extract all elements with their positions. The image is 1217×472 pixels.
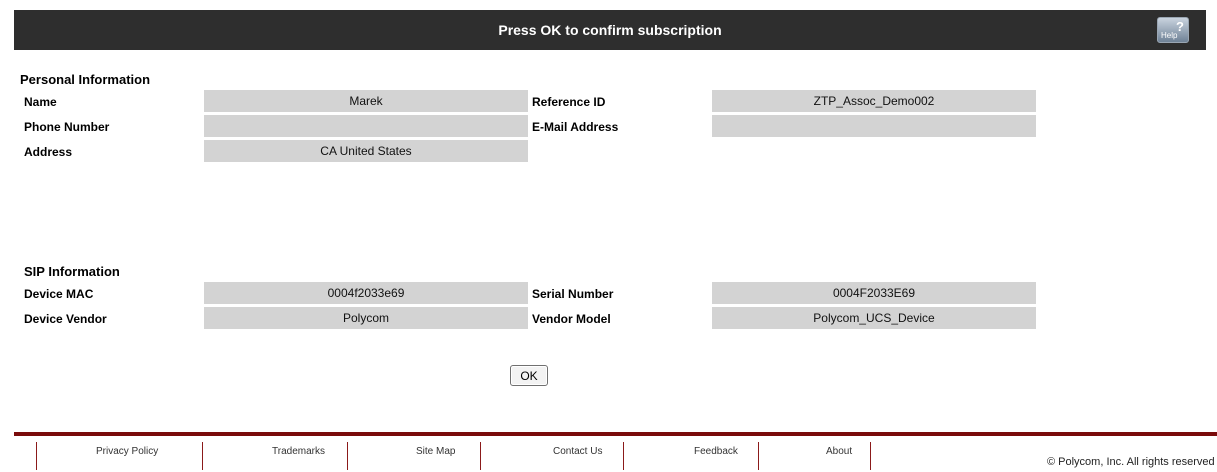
reference-id-field: ZTP_Assoc_Demo002 [712,90,1036,112]
device-vendor-field: Polycom [204,307,528,329]
reference-id-label: Reference ID [532,95,606,109]
device-mac-field: 0004f2033e69 [204,282,528,304]
footer-separator [202,442,203,470]
footer-separator [758,442,759,470]
phone-label: Phone Number [24,120,110,134]
personal-info-title: Personal Information [20,72,151,87]
email-label: E-Mail Address [532,120,619,134]
name-field: Marek [204,90,528,112]
footer-link-trademarks[interactable]: Trademarks [272,446,325,457]
footer-separator [347,442,348,470]
name-label: Name [24,95,57,109]
footer-link-privacy-policy[interactable]: Privacy Policy [96,446,158,457]
help-label: Help [1161,31,1178,40]
footer-link-feedback[interactable]: Feedback [694,446,738,457]
footer-bar [14,432,1217,436]
help-button[interactable]: ? Help [1157,17,1189,43]
page-title: Press OK to confirm subscription [498,22,722,38]
footer-link-site-map[interactable]: Site Map [416,446,455,457]
footer-link-contact-us[interactable]: Contact Us [553,446,602,457]
header-bar: Press OK to confirm subscription ? Help [14,10,1206,50]
footer-separator [36,442,37,470]
sip-info-title: SIP Information [24,264,120,279]
vendor-model-field: Polycom_UCS_Device [712,307,1036,329]
email-field [712,115,1036,137]
footer-separator [870,442,871,470]
footer-separator [623,442,624,470]
device-vendor-label: Device Vendor [24,312,107,326]
serial-number-label: Serial Number [532,287,614,301]
footer-separator [480,442,481,470]
copyright-text: © Polycom, Inc. All rights reserved [1047,456,1215,468]
address-label: Address [24,145,73,159]
address-field: CA United States [204,140,528,162]
ok-button[interactable]: OK [510,365,548,386]
phone-field [204,115,528,137]
serial-number-field: 0004F2033E69 [712,282,1036,304]
device-mac-label: Device MAC [24,287,94,301]
footer-link-about[interactable]: About [826,446,852,457]
vendor-model-label: Vendor Model [532,312,611,326]
